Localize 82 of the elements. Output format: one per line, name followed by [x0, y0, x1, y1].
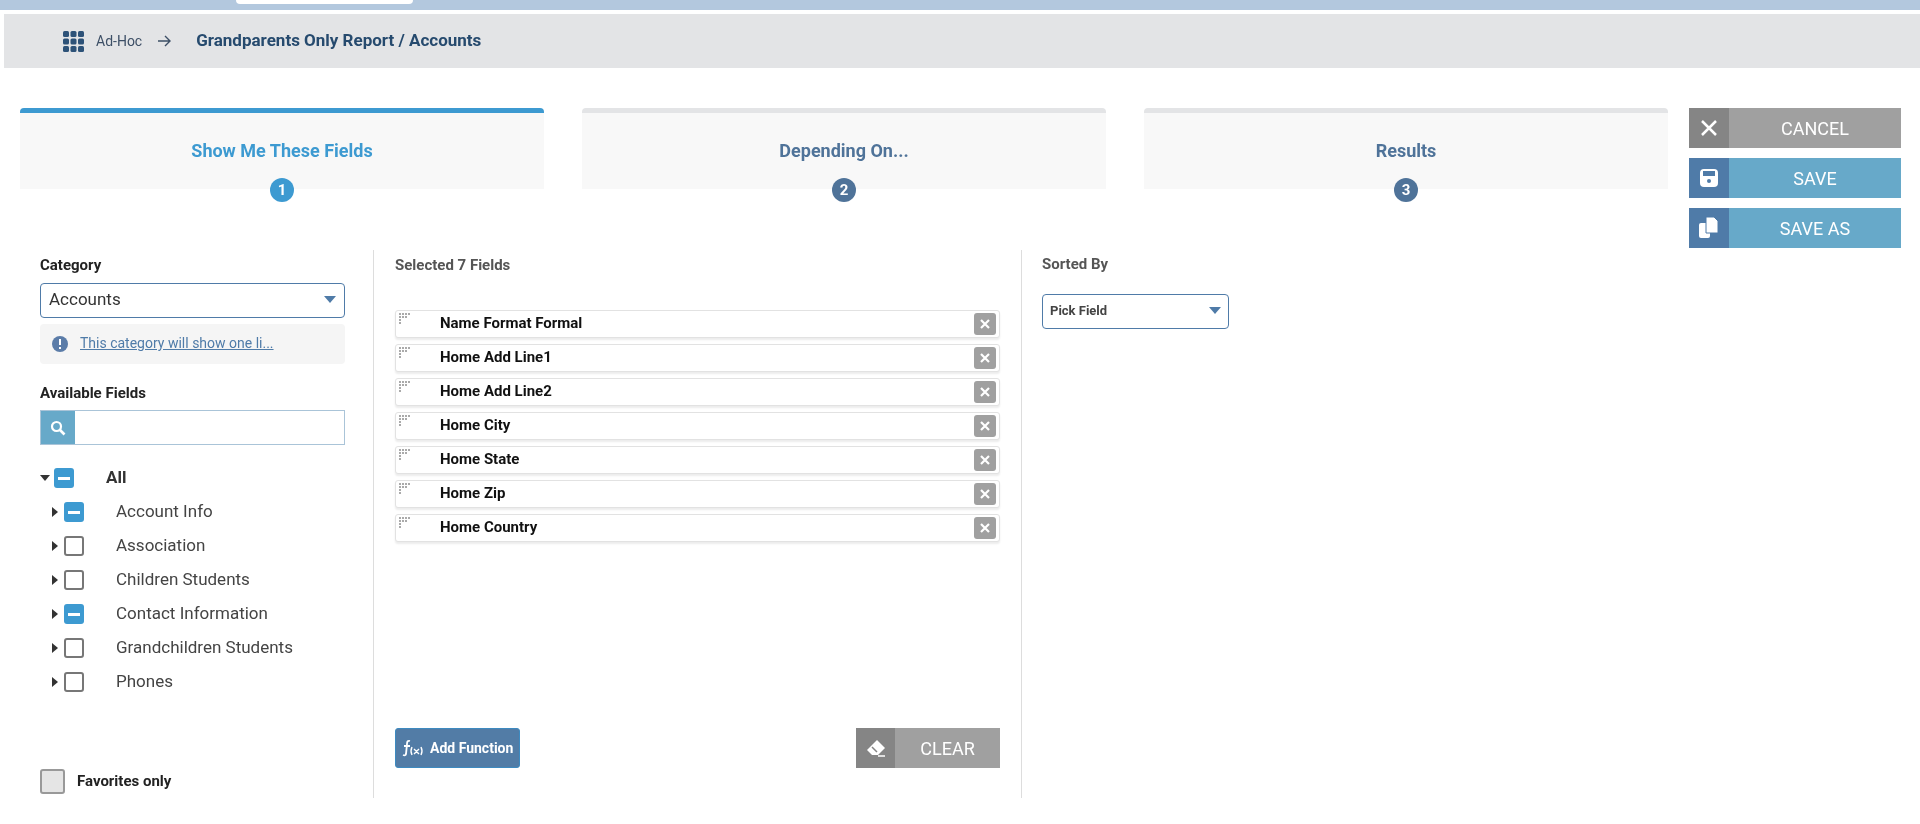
selected-field-row[interactable]: Home Zip: [395, 479, 1000, 508]
tree-item-label[interactable]: Contact Information: [116, 601, 268, 627]
step-number: 3: [1394, 178, 1418, 202]
selected-field-row[interactable]: Home City: [395, 411, 1000, 440]
field-name: Name Format Formal: [440, 313, 584, 335]
remove-button[interactable]: [974, 516, 996, 539]
caret-right-icon[interactable]: [50, 507, 60, 517]
tree-item-label[interactable]: Grandchildren Students: [116, 635, 293, 661]
close-icon: [980, 454, 990, 465]
category-dropdown[interactable]: Accounts: [40, 282, 345, 318]
category-label: Category: [40, 255, 103, 276]
search-field[interactable]: [40, 410, 345, 445]
drag-handle-icon[interactable]: [399, 312, 413, 325]
checkbox[interactable]: [64, 672, 84, 692]
favorites-label: Favorites only: [77, 771, 172, 793]
grid-icon[interactable]: [63, 30, 84, 52]
close-icon: [980, 488, 990, 499]
add-function-button[interactable]: Add Function: [395, 728, 521, 768]
drag-handle-icon[interactable]: [399, 516, 413, 529]
drag-handle-icon[interactable]: [399, 380, 413, 393]
close-icon: [980, 318, 990, 329]
field-name: Home Country: [440, 517, 539, 539]
step-number: 1: [270, 178, 294, 202]
selected-fields-title: Selected 7 Fields: [395, 255, 512, 276]
info-link[interactable]: This category will show one li...: [80, 333, 274, 354]
drag-handle-icon[interactable]: [399, 482, 413, 495]
drag-handle-icon[interactable]: [399, 414, 413, 427]
checkbox[interactable]: [64, 536, 84, 556]
tree-item-label[interactable]: Children Students: [116, 567, 250, 593]
selected-field-row[interactable]: Home Add Line2: [395, 377, 1000, 406]
favorites-checkbox[interactable]: [40, 769, 65, 794]
remove-button[interactable]: [974, 380, 996, 403]
close-icon: [980, 522, 990, 533]
checkbox[interactable]: [64, 570, 84, 590]
field-name: Home Add Line2: [440, 381, 553, 403]
checkbox[interactable]: [64, 502, 84, 522]
copy-icon: [1698, 216, 1720, 240]
caret-down-icon: [324, 296, 336, 304]
caret-right-icon[interactable]: [50, 575, 60, 585]
sort-field-dropdown[interactable]: Pick Field: [1042, 293, 1229, 329]
selected-field-row[interactable]: Home Add Line1: [395, 343, 1000, 372]
remove-button[interactable]: [974, 312, 996, 335]
caret-right-icon[interactable]: [50, 677, 60, 687]
close-icon: [980, 352, 990, 363]
available-fields-label: Available Fields: [40, 382, 147, 404]
selected-field-row[interactable]: Name Format Formal: [395, 309, 1000, 338]
checkbox[interactable]: [54, 468, 74, 488]
close-icon: [980, 420, 990, 431]
tree-item-label[interactable]: All: [106, 465, 127, 491]
remove-button[interactable]: [974, 346, 996, 369]
caret-down-icon[interactable]: [40, 473, 50, 483]
caret-right-icon[interactable]: [50, 541, 60, 551]
close-icon: [980, 386, 990, 397]
search-icon: [50, 419, 66, 436]
tree-item-label[interactable]: Association: [116, 533, 206, 559]
field-name: Home State: [440, 449, 521, 471]
sorted-by-label: Sorted By: [1042, 254, 1110, 275]
breadcrumb-link[interactable]: Ad-Hoc: [96, 30, 143, 52]
remove-button[interactable]: [974, 482, 996, 505]
tree-item-label[interactable]: Account Info: [116, 499, 213, 525]
eraser-icon: [865, 739, 886, 757]
selected-field-row[interactable]: Home Country: [395, 513, 1000, 542]
selected-field-row[interactable]: Home State: [395, 445, 1000, 474]
tree-item-label[interactable]: Phones: [116, 669, 173, 695]
caret-right-icon[interactable]: [50, 609, 60, 619]
caret-right-icon[interactable]: [50, 643, 60, 653]
arrow-right-icon: [158, 35, 173, 47]
drag-handle-icon[interactable]: [399, 346, 413, 359]
drag-handle-icon[interactable]: [399, 448, 413, 461]
remove-button[interactable]: [974, 414, 996, 437]
exclamation-icon: [52, 335, 68, 352]
field-name: Home City: [440, 415, 512, 437]
caret-down-icon: [1209, 307, 1221, 315]
field-name: Home Zip: [440, 483, 507, 505]
field-name: Home Add Line1: [440, 347, 553, 369]
page-title: Grandparents Only Report / Accounts: [196, 29, 482, 53]
checkbox[interactable]: [64, 604, 84, 624]
remove-button[interactable]: [974, 448, 996, 471]
close-icon: [1700, 119, 1718, 137]
step-number: 2: [832, 178, 856, 202]
checkbox[interactable]: [64, 638, 84, 658]
function-icon: [402, 739, 424, 757]
